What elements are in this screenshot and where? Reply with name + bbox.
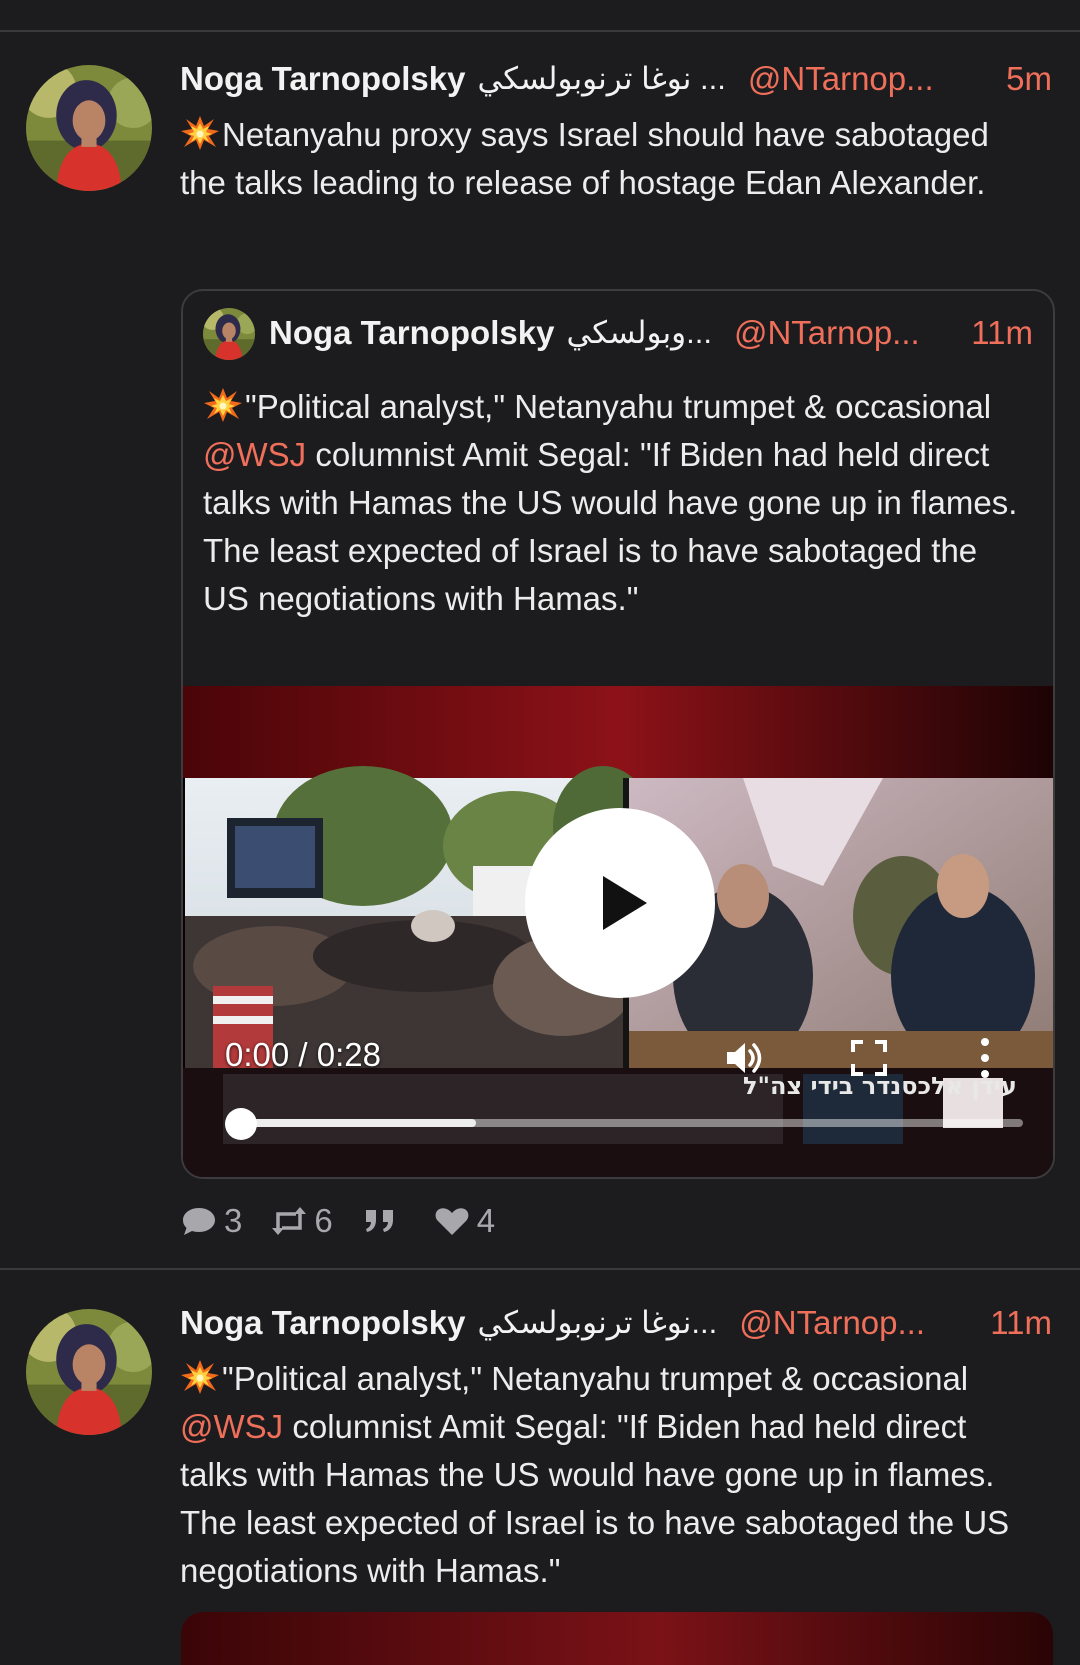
- author-name-arabic[interactable]: ...نوغا ترنوبولسكي: [477, 1305, 717, 1341]
- play-button[interactable]: [525, 808, 715, 998]
- post-text: "Political analyst," Netanyahu trumpet &…: [180, 1355, 1030, 1595]
- author-name[interactable]: Noga Tarnopolsky: [269, 314, 554, 352]
- post-time[interactable]: 11m: [957, 314, 1033, 352]
- author-name[interactable]: Noga Tarnopolsky: [180, 1304, 465, 1342]
- avatar[interactable]: [203, 308, 255, 360]
- repost-button[interactable]: 6: [270, 1202, 333, 1240]
- collision-emoji-icon: [203, 387, 243, 423]
- reply-icon: [183, 1208, 215, 1235]
- mention-link[interactable]: @WSJ: [180, 1408, 283, 1445]
- post-header: Noga Tarnopolsky ... نوغا ترنوبولسكي @NT…: [180, 55, 1052, 103]
- fullscreen-icon[interactable]: [849, 1038, 889, 1078]
- text-segment: columnist Amit Segal: "If Biden had held…: [203, 436, 1018, 617]
- more-vertical-icon[interactable]: [975, 1036, 995, 1080]
- mention-link[interactable]: @WSJ: [203, 436, 306, 473]
- avatar-image: [26, 65, 152, 191]
- video-time-display: 0:00 / 0:28: [225, 1036, 381, 1073]
- reply-count: 3: [224, 1202, 243, 1239]
- video-player[interactable]: עידן אלכסנדר בידי צה"ל 0:00 / 0:28: [183, 686, 1053, 1177]
- author-name[interactable]: Noga Tarnopolsky: [180, 60, 465, 98]
- avatar-image: [203, 308, 255, 360]
- video-scrubber-handle[interactable]: [225, 1108, 257, 1140]
- post-header: Noga Tarnopolsky ...نوغا ترنوبولسكي @NTa…: [180, 1299, 1052, 1347]
- heart-icon: [435, 1208, 469, 1235]
- text-segment: columnist Amit Segal: "If Biden had held…: [180, 1408, 1010, 1589]
- repost-count: 6: [314, 1202, 333, 1239]
- author-handle[interactable]: @NTarnop...: [734, 314, 920, 352]
- quoted-post-header: Noga Tarnopolsky ...وبولسكي @NTarnop... …: [269, 309, 1033, 357]
- avatar-image: [26, 1309, 152, 1435]
- post-item[interactable]: Noga Tarnopolsky ...نوغا ترنوبولسكي @NTa…: [0, 1272, 1080, 1665]
- avatar[interactable]: [26, 65, 152, 191]
- avatar[interactable]: [26, 1309, 152, 1435]
- video-progress-track[interactable]: [241, 1119, 1023, 1127]
- author-name-arabic[interactable]: ...وبولسكي: [566, 315, 712, 351]
- author-name-arabic[interactable]: ... نوغا ترنوبولسكي: [477, 61, 725, 97]
- volume-icon[interactable]: [723, 1036, 767, 1080]
- post-item[interactable]: Noga Tarnopolsky ... نوغا ترنوبولسكي @NT…: [0, 34, 1080, 1270]
- quote-button[interactable]: [361, 1204, 405, 1238]
- collision-emoji-icon: [180, 1359, 220, 1395]
- post-text-body: Netanyahu proxy says Israel should have …: [180, 116, 989, 201]
- quote-icon: [365, 1210, 393, 1232]
- author-handle[interactable]: @NTarnop...: [748, 60, 934, 98]
- collision-emoji-icon: [180, 115, 220, 151]
- post-time[interactable]: 11m: [976, 1304, 1052, 1342]
- author-handle[interactable]: @NTarnop...: [739, 1304, 925, 1342]
- like-count: 4: [476, 1202, 496, 1239]
- repost-icon: [272, 1207, 307, 1235]
- post-actions: 3 6 4: [180, 1197, 523, 1245]
- video-buffered-bar: [241, 1119, 476, 1127]
- text-segment: "Political analyst," Netanyahu trumpet &…: [245, 388, 992, 425]
- post-text: Netanyahu proxy says Israel should have …: [180, 111, 1030, 207]
- play-icon: [603, 876, 647, 930]
- previous-post-divider: [0, 0, 1080, 32]
- quoted-post[interactable]: Noga Tarnopolsky ...وبولسكي @NTarnop... …: [181, 289, 1055, 1179]
- reply-button[interactable]: 3: [180, 1202, 242, 1240]
- quoted-post-text: "Political analyst," Netanyahu trumpet &…: [203, 383, 1027, 623]
- text-segment: "Political analyst," Netanyahu trumpet &…: [222, 1360, 969, 1397]
- post-time[interactable]: 5m: [992, 60, 1052, 98]
- like-button[interactable]: 4: [433, 1202, 495, 1240]
- video-thumbnail-partial[interactable]: [181, 1612, 1053, 1665]
